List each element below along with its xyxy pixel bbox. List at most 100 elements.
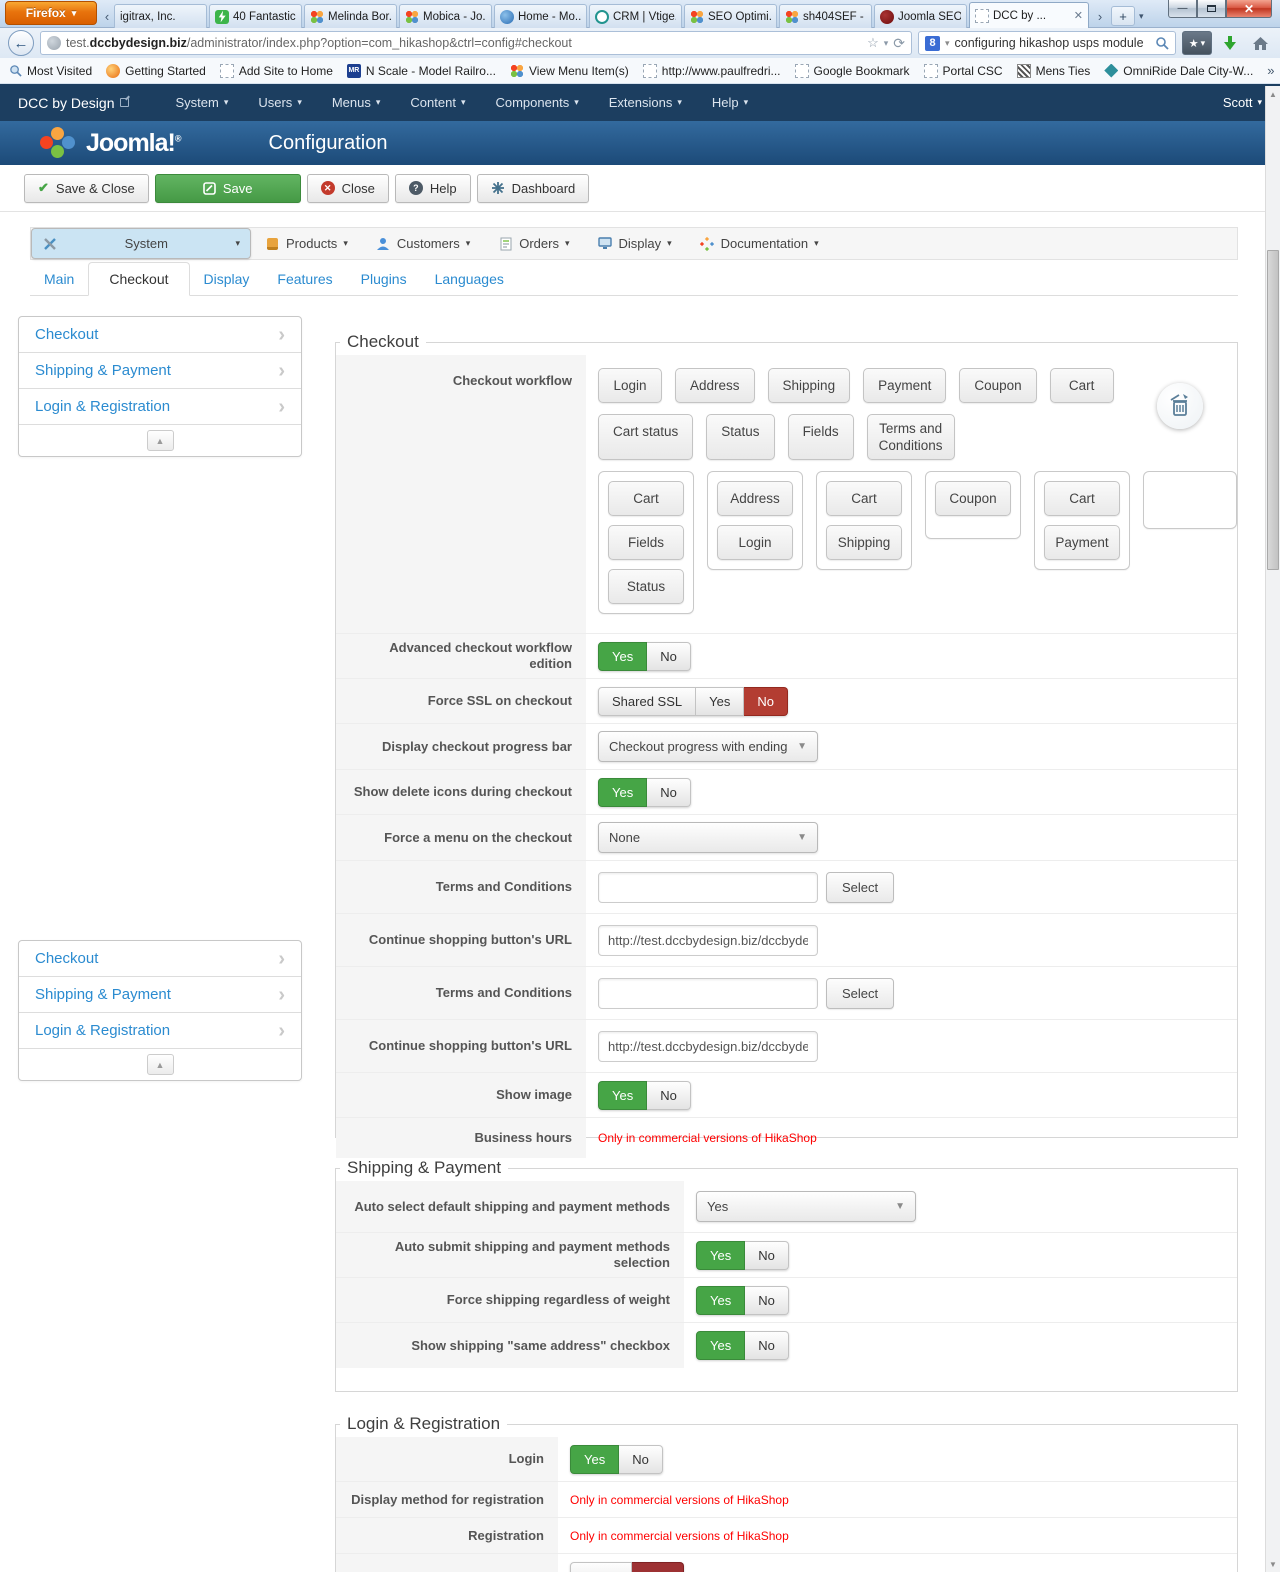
help-button[interactable]: ? Help	[394, 173, 471, 203]
workflow-step-button[interactable]: Address	[717, 481, 793, 516]
search-engine-dropdown-icon[interactable]: ▾	[945, 38, 950, 49]
new-tab-button[interactable]: +	[1111, 6, 1135, 26]
yes-option[interactable]: Yes	[696, 1285, 746, 1315]
sidebar-item-login-registration[interactable]: Login & Registration ›	[19, 1013, 301, 1049]
collapse-up-button[interactable]: ▲	[146, 1054, 174, 1075]
bookmark-item[interactable]: OmniRide Dale City-W...	[1104, 63, 1253, 78]
yes-option[interactable]: Yes	[696, 1240, 746, 1270]
dashboard-button[interactable]: Dashboard	[476, 173, 590, 203]
bookmark-item[interactable]: Google Bookmark	[794, 63, 910, 78]
yes-option[interactable]: Yes	[598, 1080, 648, 1110]
scrollbar-thumb[interactable]	[1267, 250, 1279, 570]
no-option[interactable]: No	[647, 777, 691, 807]
browser-tab[interactable]: CRM | Vtige...	[589, 4, 682, 28]
bookmarks-menu-button[interactable]: ★ ▾	[1182, 31, 1212, 55]
bookmark-item[interactable]: http://www.paulfredri...	[642, 63, 781, 78]
sidebar-item-shipping-payment[interactable]: Shipping & Payment ›	[19, 353, 301, 389]
terms-conditions-input[interactable]	[598, 977, 818, 1009]
force-menu-select[interactable]: None ▼	[598, 822, 818, 853]
workflow-step-button[interactable]: Cart	[1044, 481, 1120, 516]
no-option[interactable]: No	[745, 1240, 789, 1270]
bookmark-item[interactable]: Mens Ties	[1016, 63, 1090, 78]
workflow-step-button[interactable]: Fields	[787, 414, 854, 460]
sidebar-item-checkout[interactable]: Checkout ›	[19, 317, 301, 353]
hika-menu-display[interactable]: Display ▾	[584, 228, 686, 259]
workflow-step-button[interactable]: Cart status	[598, 414, 694, 460]
workflow-step-button[interactable]: Payment	[863, 368, 947, 403]
workflow-step-button[interactable]: Cart	[826, 481, 902, 516]
reload-icon[interactable]: ⟳	[893, 35, 905, 52]
tab-plugins[interactable]: Plugins	[347, 263, 421, 295]
browser-tab[interactable]: SEO Optimi...	[684, 4, 777, 28]
tab-languages[interactable]: Languages	[421, 263, 518, 295]
browser-tab[interactable]: Joomla SEO...	[874, 4, 967, 28]
tab-display[interactable]: Display	[190, 263, 264, 295]
auto-select-methods-select[interactable]: Yes ▼	[696, 1191, 916, 1222]
tab-scroll-right-button[interactable]: ›	[1093, 4, 1107, 28]
save-close-button[interactable]: ✔ Save & Close	[24, 173, 149, 203]
search-icon[interactable]	[1155, 36, 1169, 50]
yes-option[interactable]: Yes	[598, 777, 648, 807]
workflow-step-button[interactable]: Status	[608, 569, 684, 604]
tab-close-icon[interactable]: ✕	[1074, 9, 1083, 22]
hika-menu-products[interactable]: Products ▾	[251, 228, 362, 259]
workflow-step-button[interactable]: Shipping	[767, 368, 851, 403]
shared-ssl-option[interactable]: Shared SSL	[598, 686, 697, 716]
continue-url-input[interactable]	[598, 1030, 818, 1062]
scroll-up-icon[interactable]: ▲	[1266, 87, 1280, 101]
workflow-step-button[interactable]: Coupon	[959, 368, 1037, 403]
no-option[interactable]: No	[744, 686, 788, 716]
workflow-step-button[interactable]: Address	[675, 368, 755, 403]
workflow-delete-button[interactable]	[1157, 383, 1203, 429]
downloads-button[interactable]	[1218, 31, 1242, 55]
yes-option[interactable]: Yes	[696, 1331, 746, 1360]
hika-menu-system[interactable]: System ▾	[31, 228, 251, 259]
search-input[interactable]: configuring hikashop usps module	[955, 36, 1150, 50]
browser-tab[interactable]: Melinda Bor...	[304, 4, 397, 28]
bookmark-item[interactable]: Getting Started	[106, 63, 206, 78]
no-option[interactable]: No	[647, 641, 691, 671]
bookmark-star-icon[interactable]: ☆	[867, 35, 879, 51]
tab-scroll-left-button[interactable]: ‹	[100, 4, 114, 28]
workflow-group-empty[interactable]	[1143, 471, 1237, 529]
right-option[interactable]	[632, 1562, 684, 1572]
workflow-step-button[interactable]: Status	[706, 414, 775, 460]
sidebar-item-login-registration[interactable]: Login & Registration ›	[19, 389, 301, 425]
browser-tab[interactable]: Home - Mo...	[494, 4, 587, 28]
hika-menu-documentation[interactable]: Documentation ▾	[686, 228, 833, 259]
hika-menu-customers[interactable]: Customers ▾	[362, 228, 484, 259]
tab-main[interactable]: Main	[30, 263, 88, 295]
browser-tab-active[interactable]: DCC by ... ✕	[969, 2, 1089, 28]
admin-menu-menus[interactable]: Menus ▾	[332, 95, 381, 110]
minimize-button[interactable]: —	[1168, 0, 1197, 18]
google-search-engine-icon[interactable]: 8	[925, 35, 940, 51]
search-box[interactable]: 8 ▾ configuring hikashop usps module	[918, 31, 1176, 55]
browser-tab[interactable]: 40 Fantastic...	[209, 4, 302, 28]
bookmark-item[interactable]: Most Visited	[8, 64, 92, 78]
bookmark-item[interactable]: Add Site to Home	[219, 63, 333, 78]
no-option[interactable]: No	[647, 1080, 691, 1110]
workflow-step-button[interactable]: Login	[598, 368, 662, 403]
bookmark-item[interactable]: Portal CSC	[923, 63, 1003, 78]
url-dropdown-icon[interactable]: ▾	[884, 38, 889, 49]
workflow-step-button[interactable]: Terms and Conditions	[866, 414, 955, 460]
workflow-step-button[interactable]: Fields	[608, 525, 684, 560]
browser-tab[interactable]: igitrax, Inc.	[114, 4, 207, 28]
tab-features[interactable]: Features	[263, 263, 346, 295]
url-bar[interactable]: test.dccbydesign.biz/administrator/index…	[40, 31, 912, 55]
workflow-step-button[interactable]: Login	[717, 525, 793, 560]
no-option[interactable]: No	[745, 1331, 789, 1360]
user-menu[interactable]: Scott ▾	[1223, 95, 1262, 110]
maximize-button[interactable]	[1197, 0, 1226, 18]
yes-option[interactable]: Yes	[696, 686, 745, 716]
admin-menu-help[interactable]: Help ▾	[712, 95, 748, 110]
workflow-step-button[interactable]: Cart	[608, 481, 684, 516]
no-option[interactable]: No	[745, 1285, 789, 1315]
admin-menu-extensions[interactable]: Extensions ▾	[609, 95, 682, 110]
list-all-tabs-icon[interactable]: ▾	[1139, 11, 1144, 22]
home-button[interactable]	[1248, 31, 1272, 55]
admin-menu-content[interactable]: Content ▾	[410, 95, 465, 110]
left-option[interactable]	[570, 1562, 632, 1572]
admin-menu-components[interactable]: Components ▾	[495, 95, 578, 110]
close-button-toolbar[interactable]: ✕ Close	[306, 173, 389, 203]
